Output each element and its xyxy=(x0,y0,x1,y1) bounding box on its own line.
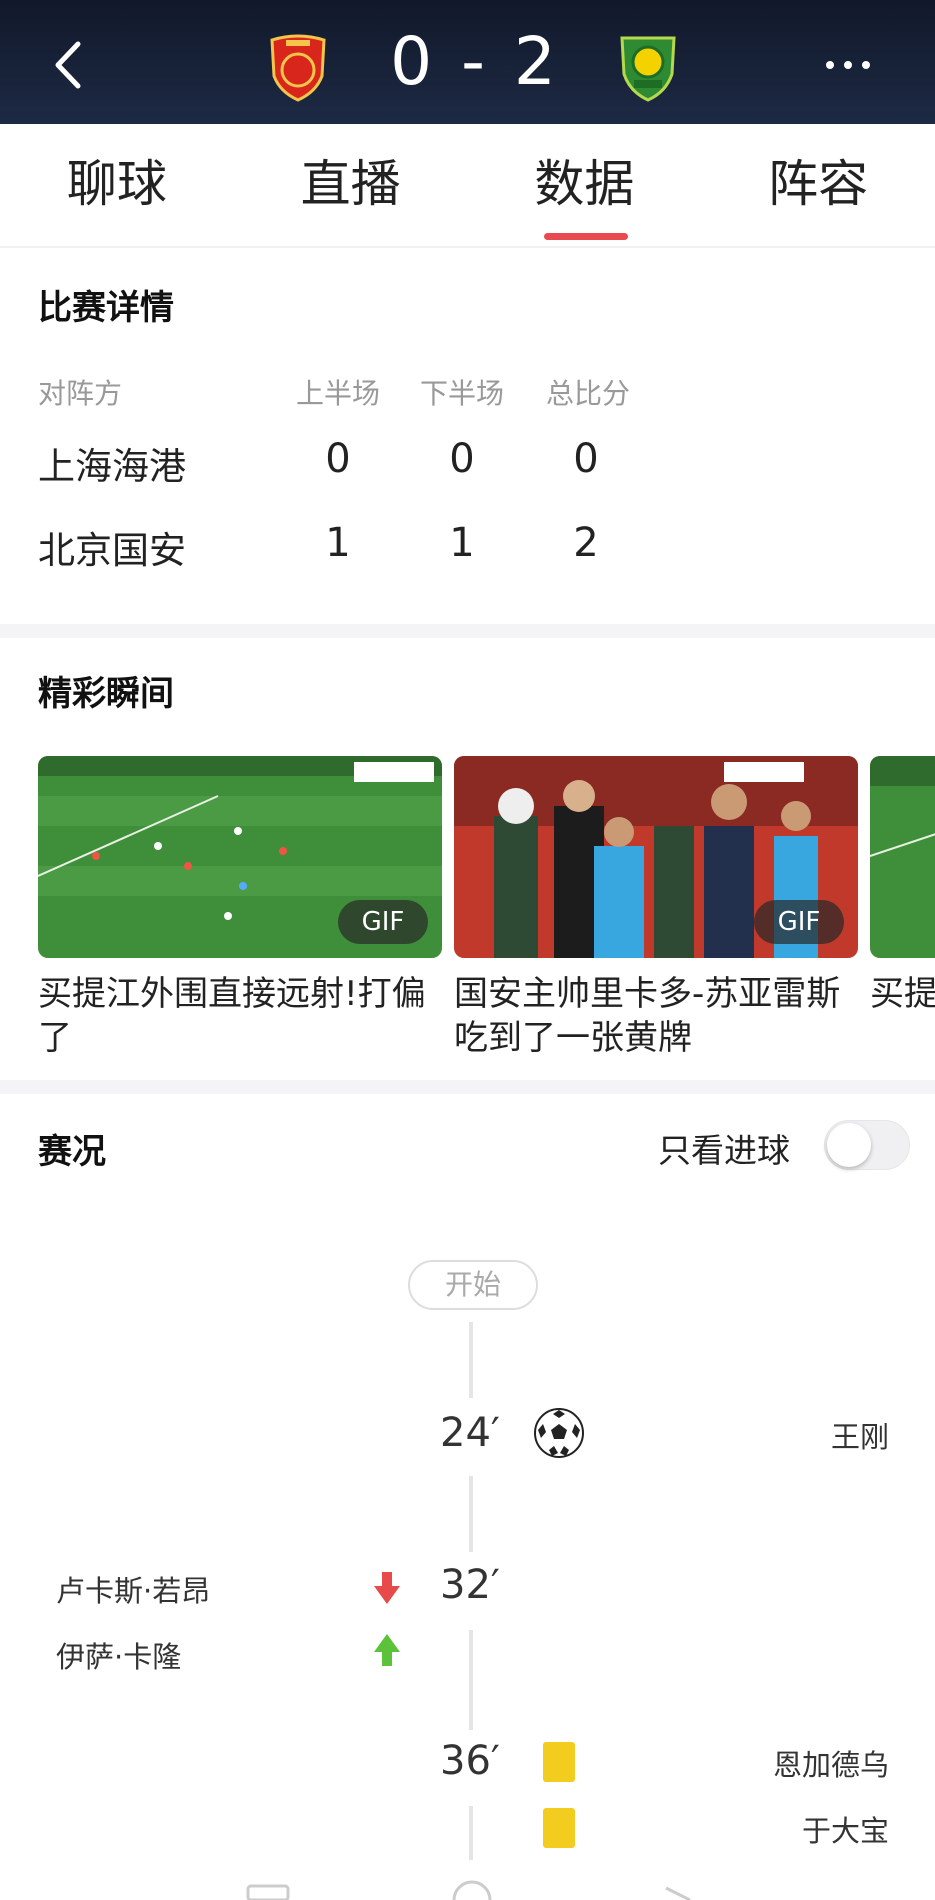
highlights-title: 精彩瞬间 xyxy=(38,674,174,714)
gif-badge: GIF xyxy=(338,900,428,944)
tab-chat[interactable]: 聊球 xyxy=(0,124,234,246)
home-second-half: 0 xyxy=(449,436,475,482)
home-total: 0 xyxy=(573,436,599,482)
tab-bar: 聊球 直播 数据 阵容 xyxy=(0,124,935,246)
event-minute: 24′ xyxy=(440,1410,500,1456)
away-total: 2 xyxy=(573,520,599,566)
header-second-half: 下半场 xyxy=(420,377,505,410)
goals-only-label: 只看进球 xyxy=(658,1131,790,1170)
highlight-card[interactable]: GIF 买提江外围直接远射!打偏了 xyxy=(38,756,442,1060)
shanghai-port-crest-icon[interactable] xyxy=(266,30,330,102)
timeline-line xyxy=(469,1806,473,1860)
gif-badge: GIF xyxy=(754,900,844,944)
bottom-nav-bar xyxy=(246,1880,691,1900)
player-out[interactable]: 卢卡斯·若昂 xyxy=(56,1568,210,1610)
substitution-out-icon xyxy=(374,1572,400,1604)
highlight-caption[interactable]: 买提江外围直接远射!打偏了 xyxy=(38,972,448,1060)
section-divider xyxy=(0,1080,935,1094)
team-name-home: 上海海港 xyxy=(38,445,186,488)
goals-only-toggle[interactable] xyxy=(824,1120,910,1170)
highlight-card-partial[interactable]: 买提侧， xyxy=(870,756,935,1016)
timeline-line xyxy=(469,1630,473,1730)
goal-ball-icon xyxy=(534,1408,584,1458)
match-header: 0 - 2 xyxy=(0,0,935,124)
highlight-thumbnail[interactable]: GIF xyxy=(454,756,858,958)
tab-divider xyxy=(0,246,935,248)
home-icon xyxy=(452,1880,492,1900)
section-divider xyxy=(0,624,935,638)
tab-data[interactable]: 数据 xyxy=(468,124,702,246)
yellow-card-icon xyxy=(543,1808,575,1848)
event-player[interactable]: 于大宝 xyxy=(802,1808,889,1850)
header-first-half: 上半场 xyxy=(296,377,381,410)
events-title: 赛况 xyxy=(38,1132,106,1172)
highlight-card[interactable]: GIF 国安主帅里卡多-苏亚雷斯吃到了一张黄牌 xyxy=(454,756,858,1060)
away-first-half: 1 xyxy=(325,520,351,566)
start-marker: 开始 xyxy=(408,1260,538,1310)
team-name-away: 北京国安 xyxy=(38,529,186,572)
event-player[interactable]: 恩加德乌 xyxy=(773,1742,889,1784)
away-second-half: 1 xyxy=(449,520,475,566)
home-first-half: 0 xyxy=(325,436,351,482)
player-in[interactable]: 伊萨·卡隆 xyxy=(56,1634,181,1676)
header-total: 总比分 xyxy=(546,377,631,410)
back-arrow-icon[interactable] xyxy=(42,30,102,100)
event-minute: 32′ xyxy=(440,1562,500,1608)
substitution-in-icon xyxy=(374,1634,400,1666)
beijing-guoan-crest-icon[interactable] xyxy=(616,30,680,102)
highlight-thumbnail[interactable] xyxy=(870,756,935,958)
timeline-line xyxy=(469,1476,473,1552)
tab-lineup[interactable]: 阵容 xyxy=(701,124,935,246)
recent-apps-icon xyxy=(246,1884,290,1900)
match-score: 0 - 2 xyxy=(390,23,560,100)
details-title: 比赛详情 xyxy=(38,288,174,328)
timeline-line xyxy=(469,1322,473,1398)
tab-live[interactable]: 直播 xyxy=(234,124,468,246)
back-nav-icon xyxy=(665,1886,691,1900)
pitch-image xyxy=(870,756,935,958)
more-dots-icon[interactable] xyxy=(820,50,880,80)
toggle-knob xyxy=(827,1123,871,1167)
header-teams: 对阵方 xyxy=(38,377,123,410)
highlight-thumbnail[interactable]: GIF xyxy=(38,756,442,958)
highlight-caption[interactable]: 买提侧， xyxy=(870,972,935,1016)
yellow-card-icon xyxy=(543,1742,575,1782)
event-player[interactable]: 王刚 xyxy=(831,1414,889,1456)
highlight-caption[interactable]: 国安主帅里卡多-苏亚雷斯吃到了一张黄牌 xyxy=(454,972,864,1060)
event-minute: 36′ xyxy=(440,1738,500,1784)
